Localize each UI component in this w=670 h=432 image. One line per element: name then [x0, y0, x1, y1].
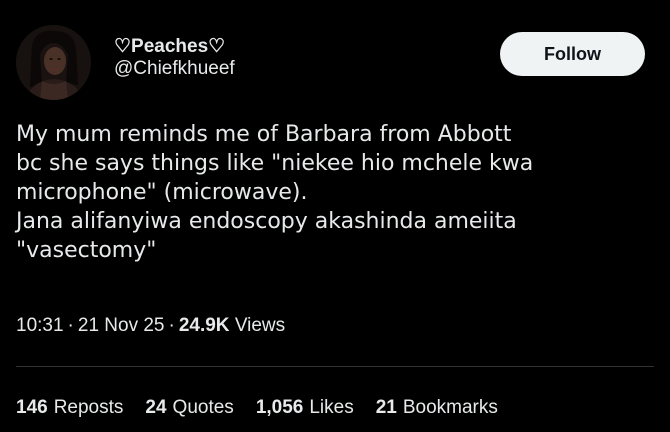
tweet-meta: 10:31 · 21 Nov 25 · 24.9K Views	[16, 313, 285, 339]
tweet-text-line: "vasectomy"	[16, 238, 157, 263]
reposts-stat[interactable]: 146 Reposts	[16, 395, 123, 421]
likes-label: Likes	[309, 397, 354, 418]
divider	[16, 366, 654, 367]
likes-stat[interactable]: 1,056 Likes	[256, 395, 354, 421]
avatar[interactable]	[16, 25, 91, 100]
bookmarks-count: 21	[375, 397, 397, 418]
views-label: Views	[234, 315, 286, 336]
quotes-stat[interactable]: 24 Quotes	[145, 395, 233, 421]
reposts-count: 146	[16, 397, 48, 418]
user-handle[interactable]: @Chiefkhueef	[114, 58, 235, 80]
likes-count: 1,056	[255, 397, 304, 418]
avatar-photo	[16, 25, 91, 100]
reposts-label: Reposts	[53, 397, 124, 418]
quotes-label: Quotes	[172, 397, 234, 418]
author-block: ♡Peaches♡ @Chiefkhueef	[114, 36, 235, 80]
display-name[interactable]: ♡Peaches♡	[114, 36, 235, 58]
bookmarks-stat[interactable]: 21 Bookmarks	[376, 395, 498, 421]
tweet-text-line: bc she says things like "niekee hio mche…	[16, 151, 534, 176]
tweet-card: ♡Peaches♡ @Chiefkhueef Follow My mum rem…	[0, 0, 670, 432]
quotes-count: 24	[145, 397, 167, 418]
tweet-time[interactable]: 10:31	[16, 315, 64, 336]
meta-separator: ·	[67, 315, 74, 336]
meta-separator: ·	[168, 315, 175, 336]
bookmarks-label: Bookmarks	[402, 397, 498, 418]
engagement-stats: 146 Reposts 24 Quotes 1,056 Likes 21 Bookmarks	[16, 395, 498, 421]
tweet-text-line: Jana alifanyiwa endoscopy akashinda amei…	[16, 209, 517, 234]
tweet-text-line: microphone" (microwave).	[16, 180, 308, 205]
tweet-text-line: My mum reminds me of Barbara from Abbott	[16, 122, 512, 147]
views-count: 24.9K	[178, 315, 230, 336]
tweet-date[interactable]: 21 Nov 25	[78, 315, 165, 336]
tweet-text: My mum reminds me of Barbara from Abbott…	[16, 120, 656, 265]
follow-button[interactable]: Follow	[500, 32, 645, 76]
